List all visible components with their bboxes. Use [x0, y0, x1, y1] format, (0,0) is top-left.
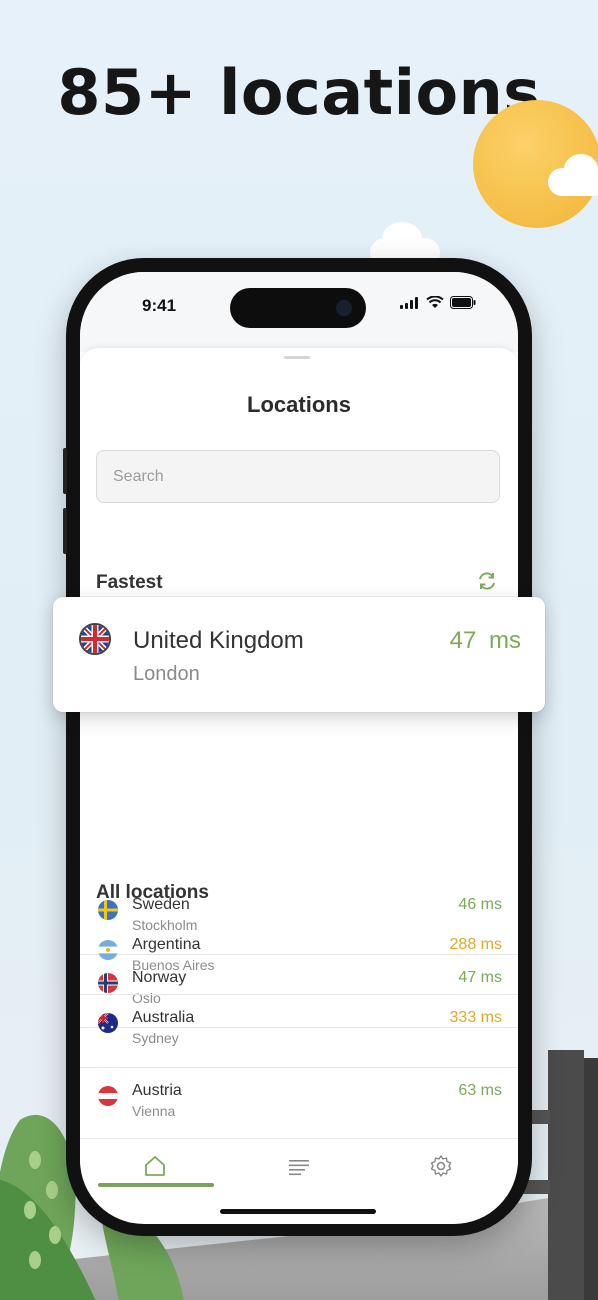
dynamic-island: [230, 288, 366, 328]
united-kingdom-flag-icon: [79, 623, 111, 655]
list-icon[interactable]: [286, 1153, 312, 1179]
volume-button: [63, 508, 67, 554]
wifi-icon: [426, 296, 444, 308]
search-input[interactable]: [96, 450, 500, 503]
fastest-ping: 47 ms: [449, 627, 521, 654]
fastest-location-card[interactable]: United Kingdom London 47 ms: [53, 597, 545, 712]
refresh-icon[interactable]: [476, 570, 498, 592]
fastest-city: London: [133, 663, 200, 685]
location-country: Argentina: [132, 936, 201, 953]
tab-bar: [80, 1138, 518, 1224]
location-ping: 333 ms: [449, 1009, 502, 1026]
fastest-country: United Kingdom: [133, 627, 304, 654]
page-title: Locations: [247, 392, 351, 417]
home-icon[interactable]: [142, 1153, 168, 1179]
fastest-section-title: Fastest: [96, 572, 163, 593]
cloud-illustration: [548, 154, 598, 196]
location-city: Buenos Aires: [132, 957, 215, 973]
camera-icon: [336, 300, 352, 316]
location-row-austria[interactable]: Austria Vienna 63 ms: [80, 1068, 518, 1141]
australia-flag-icon: [98, 1013, 118, 1033]
status-time: 9:41: [142, 296, 177, 315]
all-locations-title: All locations: [96, 882, 209, 903]
austria-flag-icon: [98, 1086, 118, 1106]
location-country: Austria: [132, 1082, 182, 1099]
signal-icon: [400, 296, 418, 309]
location-city: Sydney: [132, 1030, 179, 1046]
location-row-australia[interactable]: Australia Sydney 333 ms: [80, 995, 518, 1068]
location-row-argentina[interactable]: Argentina Buenos Aires 288 ms: [80, 922, 518, 995]
argentina-flag-icon: [98, 940, 118, 960]
status-icons: [400, 296, 476, 309]
volume-button: [63, 448, 67, 494]
sheet-grabber[interactable]: [284, 356, 310, 359]
location-ping: 288 ms: [449, 936, 502, 953]
location-ping: 63 ms: [458, 1082, 502, 1099]
home-indicator: [220, 1209, 376, 1214]
gear-icon[interactable]: [428, 1153, 454, 1179]
location-country: Australia: [132, 1009, 195, 1026]
location-city: Vienna: [132, 1103, 176, 1119]
battery-icon: [450, 296, 476, 309]
active-tab-indicator: [98, 1183, 214, 1187]
